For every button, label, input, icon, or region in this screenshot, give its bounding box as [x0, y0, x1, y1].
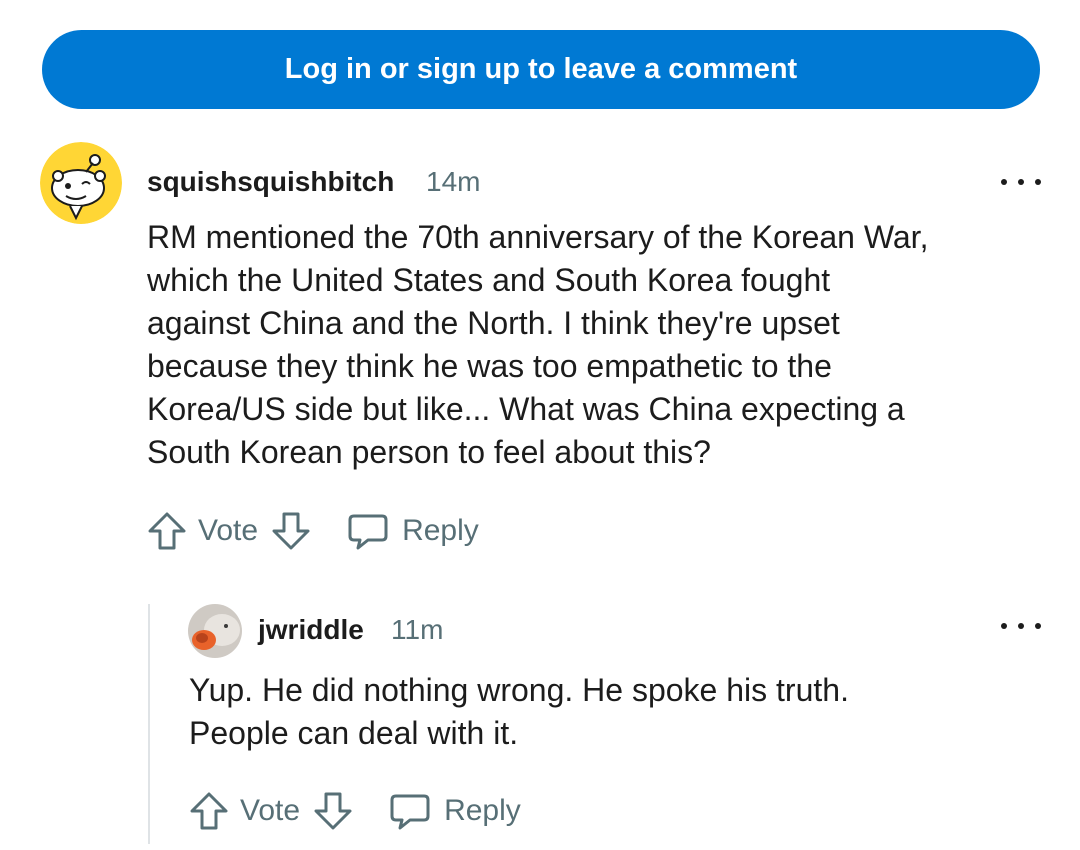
upvote-button[interactable] — [188, 790, 230, 832]
downvote-button[interactable] — [312, 790, 354, 832]
vote-label: Vote — [198, 514, 259, 547]
more-options-icon[interactable] — [1001, 616, 1041, 636]
reply-button[interactable]: Reply — [346, 510, 479, 552]
reply-bubble-icon — [348, 514, 388, 550]
snoo-avatar-icon — [40, 142, 122, 224]
comment-body-line: because they think he was too empathetic… — [147, 348, 832, 384]
upvote-arrow-icon — [190, 792, 228, 830]
comment-timestamp: 14m — [426, 166, 481, 197]
reply-label: Reply — [444, 794, 521, 827]
comment-actions: Vote Reply — [146, 510, 479, 552]
comment-body-line: against China and the North. I think the… — [147, 305, 840, 341]
reply-button[interactable]: Reply — [388, 790, 521, 832]
comment-body-line: South Korean person to feel about this? — [147, 434, 711, 470]
avatar[interactable] — [40, 142, 122, 224]
downvote-button[interactable] — [270, 510, 312, 552]
reply-label: Reply — [402, 514, 479, 547]
reply-bubble-icon — [390, 794, 430, 830]
upvote-button[interactable] — [146, 510, 188, 552]
comment-body-line: People can deal with it. — [189, 715, 519, 751]
login-signup-button[interactable]: Log in or sign up to leave a comment — [42, 30, 1040, 109]
comment-body-line: Yup. He did nothing wrong. He spoke his … — [189, 672, 849, 708]
login-signup-label: Log in or sign up to leave a comment — [284, 53, 798, 85]
downvote-arrow-icon — [314, 792, 352, 830]
comment-username[interactable]: squishsquishbitch — [147, 166, 394, 198]
avatar[interactable] — [188, 604, 242, 658]
upvote-arrow-icon — [148, 512, 186, 550]
vote-label: Vote — [240, 794, 301, 827]
comment-username[interactable]: jwriddle — [258, 614, 364, 646]
comment-body: Yup. He did nothing wrong. He spoke his … — [189, 669, 849, 755]
comment-timestamp: 11m — [391, 614, 444, 645]
thread-line[interactable] — [148, 604, 150, 844]
downvote-arrow-icon — [272, 512, 310, 550]
photo-avatar — [188, 604, 242, 658]
comment-body-line: which the United States and South Korea … — [147, 262, 831, 298]
comment-body: RM mentioned the 70th anniversary of the… — [147, 216, 928, 474]
comment-body-line: Korea/US side but like... What was China… — [147, 391, 905, 427]
more-options-icon[interactable] — [1001, 172, 1041, 192]
comment-body-line: RM mentioned the 70th anniversary of the… — [147, 219, 929, 255]
comment-actions: Vote Reply — [188, 790, 521, 832]
